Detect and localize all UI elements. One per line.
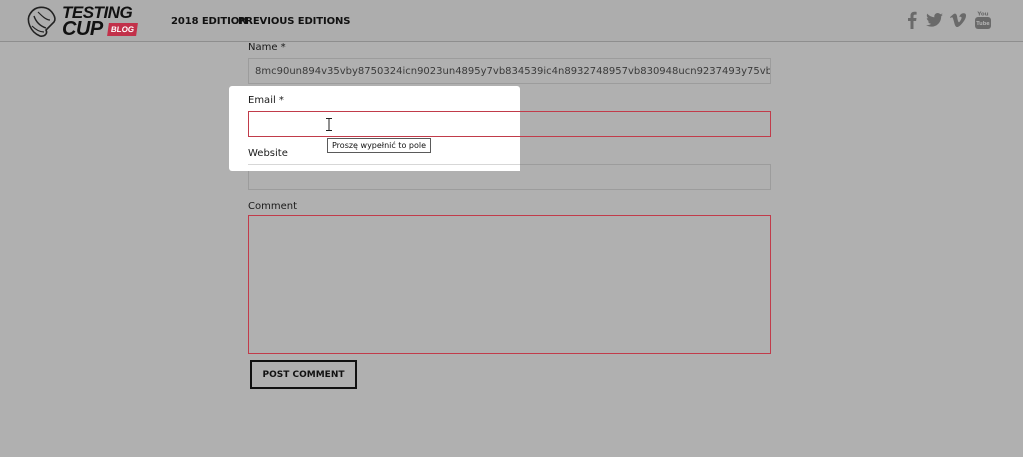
cup-logo-icon (27, 6, 56, 37)
logo-badge: BLOG (107, 23, 139, 36)
nav-2018-edition[interactable]: 2018 EDITION (171, 16, 247, 27)
twitter-icon[interactable] (924, 10, 944, 30)
name-label: Name * (248, 42, 286, 53)
facebook-icon[interactable] (902, 10, 922, 30)
focus-spotlight: Email * Website (229, 86, 520, 171)
name-field[interactable]: 8mc90un894v35vby8750324icn9023un4895y7vb… (248, 58, 771, 84)
comment-textarea[interactable] (248, 215, 771, 354)
youtube-word-tube: Tube (976, 21, 990, 27)
youtube-icon[interactable]: You Tube (973, 10, 993, 30)
site-header: TESTING CUP BLOG 2018 EDITION PREVIOUS E… (0, 0, 1023, 42)
site-logo[interactable]: TESTING CUP BLOG (24, 4, 140, 40)
email-label: Email * (248, 95, 284, 106)
comment-label: Comment (248, 201, 297, 212)
youtube-word-you: You (976, 12, 988, 18)
vimeo-icon[interactable] (948, 10, 968, 30)
text-cursor-icon (326, 118, 332, 131)
validation-tooltip: Proszę wypełnić to pole (327, 138, 431, 153)
email-field-highlight[interactable] (248, 111, 520, 137)
nav-previous-editions[interactable]: PREVIOUS EDITIONS (238, 16, 351, 27)
post-comment-button[interactable]: POST COMMENT (250, 360, 357, 389)
website-field-highlight[interactable] (248, 164, 520, 171)
website-label: Website (248, 148, 288, 159)
